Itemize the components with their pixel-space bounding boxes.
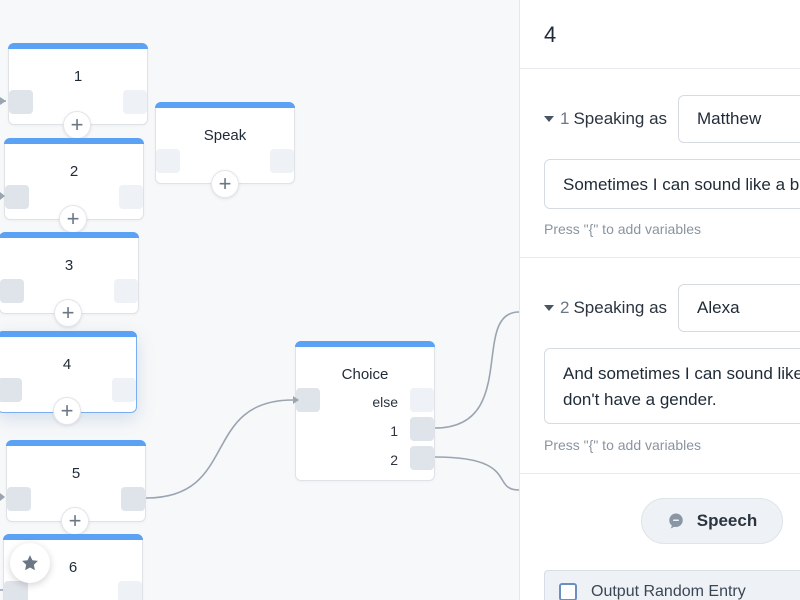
variables-hint: Press "{" to add variables (544, 437, 702, 453)
plus-icon: + (61, 300, 75, 325)
output-port[interactable] (270, 149, 294, 173)
choice-2-port[interactable] (410, 446, 434, 470)
plus-icon: + (218, 171, 232, 196)
add-step-button[interactable]: + (211, 170, 239, 198)
plus-icon: + (68, 508, 82, 533)
divider (520, 473, 800, 474)
input-port[interactable] (0, 378, 22, 402)
speaking-as-label: Speaking as (573, 109, 668, 128)
choice-node[interactable]: Choice else 1 2 (295, 341, 435, 481)
entry-index: 2 (560, 298, 570, 317)
plus-icon: + (66, 206, 80, 231)
output-port[interactable] (119, 185, 143, 209)
node-title: Choice (341, 366, 389, 383)
node-title: 5 (71, 465, 81, 482)
add-step-button[interactable]: + (63, 111, 91, 139)
entry-index: 1 (560, 109, 570, 128)
input-port[interactable] (156, 149, 180, 173)
add-step-button[interactable]: + (61, 507, 89, 535)
caret-down-icon (544, 305, 554, 311)
speech-text-line: don't have a gender. (563, 390, 717, 409)
entry-1-toggle[interactable]: 1 Speaking as (544, 109, 667, 129)
plus-icon: + (70, 112, 84, 137)
speech-button-label: Speech (696, 511, 758, 530)
input-port[interactable] (9, 90, 33, 114)
speech-text-input-2[interactable]: And sometimes I can sound like don't hav… (544, 348, 800, 424)
voice-value: Matthew (697, 109, 762, 128)
add-speech-button[interactable]: Speech (641, 498, 783, 544)
choice-option-1: 1 (390, 423, 398, 439)
output-port[interactable] (123, 90, 147, 114)
random-entry-label: Output Random Entry (591, 583, 746, 600)
output-port[interactable] (112, 378, 136, 402)
voice-select-2[interactable]: Alexa (678, 284, 800, 332)
speech-bubble-icon (669, 513, 683, 529)
output-random-entry-option[interactable]: Output Random Entry (544, 570, 800, 600)
add-step-button[interactable]: + (54, 299, 82, 327)
output-port[interactable] (121, 487, 145, 511)
flow-canvas[interactable]: 1 + Speak + 2 + 3 + 4 + Choice else 1 2 (0, 0, 519, 600)
divider (520, 257, 800, 258)
panel-title: 4 (544, 22, 557, 47)
voice-select-1[interactable]: Matthew (678, 95, 800, 143)
speech-text-input-1[interactable]: Sometimes I can sound like a bo (544, 159, 800, 209)
variables-hint: Press "{" to add variables (544, 221, 702, 237)
node-title: 1 (73, 68, 83, 85)
input-port[interactable] (0, 279, 24, 303)
random-entry-checkbox[interactable] (559, 583, 577, 600)
speech-text-line: And sometimes I can sound like (563, 364, 800, 383)
entry-2-toggle[interactable]: 2 Speaking as (544, 298, 667, 318)
speech-text: Sometimes I can sound like a bo (563, 175, 800, 194)
speaking-as-label: Speaking as (573, 298, 668, 317)
output-port[interactable] (118, 581, 142, 600)
caret-down-icon (544, 116, 554, 122)
node-title: Speak (203, 127, 247, 144)
input-port[interactable] (5, 185, 29, 209)
output-port[interactable] (114, 279, 138, 303)
divider (520, 68, 800, 69)
choice-1-port[interactable] (410, 417, 434, 441)
choice-option-else: else (372, 394, 398, 410)
step-editor-panel: 4 1 Speaking as Matthew Sometimes I can … (519, 0, 800, 600)
node-title: 4 (62, 356, 72, 373)
plus-icon: + (60, 398, 74, 423)
input-port[interactable] (4, 581, 28, 600)
voice-value: Alexa (697, 298, 740, 317)
choice-option-2: 2 (390, 452, 398, 468)
add-step-button[interactable]: + (59, 205, 87, 233)
node-title: 3 (64, 257, 74, 274)
favorite-button[interactable] (10, 543, 50, 583)
add-step-button[interactable]: + (53, 397, 81, 425)
node-title: 2 (69, 163, 79, 180)
input-port[interactable] (296, 388, 320, 412)
choice-else-port[interactable] (410, 388, 434, 412)
star-icon (22, 555, 38, 571)
input-port[interactable] (7, 487, 31, 511)
